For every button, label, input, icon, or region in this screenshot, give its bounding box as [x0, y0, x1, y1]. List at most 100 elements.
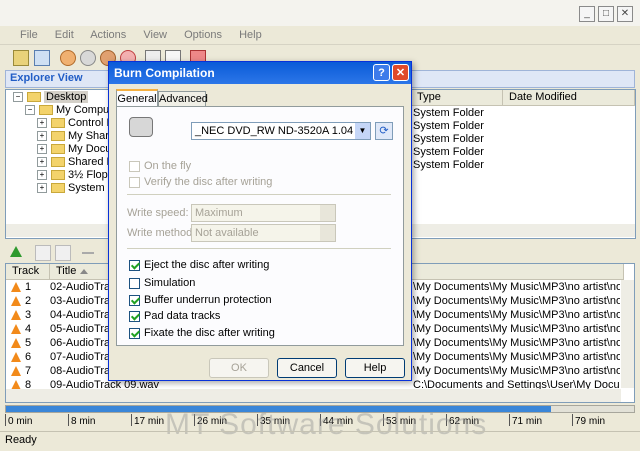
timeline-tick-label: 0 min — [8, 416, 33, 427]
remove-icon[interactable] — [82, 252, 94, 254]
audio-file-icon — [11, 352, 21, 363]
new-project-icon[interactable] — [13, 50, 29, 66]
timeline-tick — [5, 414, 6, 426]
tree-item-label: My Documents — [68, 143, 110, 155]
cancel-button[interactable]: Cancel — [277, 358, 337, 378]
burn-icon[interactable] — [60, 50, 76, 66]
track-number: 4 — [25, 323, 32, 335]
column-header-type[interactable]: Type — [411, 90, 503, 106]
simulation-checkbox[interactable]: Simulation — [129, 276, 195, 290]
collapse-icon[interactable]: − — [13, 92, 23, 103]
close-button[interactable]: ✕ — [617, 6, 633, 22]
expand-icon[interactable]: + — [37, 183, 47, 194]
menu-edit[interactable]: Edit — [55, 29, 74, 41]
minimize-button[interactable]: _ — [579, 6, 595, 22]
simulation-box — [129, 277, 140, 289]
buffer-box — [129, 294, 140, 306]
menu-options[interactable]: Options — [184, 29, 222, 41]
write-method-label: Write method: — [127, 227, 196, 239]
tree-item[interactable]: + System (C:) — [37, 182, 110, 195]
open-project-icon[interactable] — [34, 50, 50, 66]
on-the-fly-checkbox[interactable]: On the fly — [129, 159, 191, 173]
verify-box — [129, 176, 140, 188]
timeline-tick — [131, 414, 132, 426]
menu-bar: File Edit Actions View Options Help — [20, 29, 276, 43]
track-path: \My Documents\My Music\MP3\no artist\no … — [413, 309, 620, 321]
tree-item[interactable]: + My Shared Folders — [37, 130, 110, 143]
menu-view[interactable]: View — [143, 29, 167, 41]
tree-item[interactable]: − Desktop — [13, 91, 89, 104]
track-path: \My Documents\My Music\MP3\no artist\no … — [413, 337, 620, 349]
up-arrow-icon[interactable] — [10, 246, 22, 257]
ok-button[interactable]: OK — [209, 358, 269, 378]
tree-item-label: Shared Documents — [68, 156, 110, 168]
tab-general[interactable]: General — [116, 89, 158, 107]
track-number: 5 — [25, 337, 32, 349]
column-header-track[interactable]: Track — [6, 264, 50, 280]
tree-item-label: Desktop — [44, 91, 89, 103]
buffer-checkbox[interactable]: Buffer underrun protection — [129, 293, 272, 307]
expand-icon[interactable]: + — [37, 118, 47, 129]
explorer-view-title: Explorer View — [10, 72, 83, 84]
track-path: \My Documents\My Music\MP3\no artist\no … — [413, 323, 620, 335]
expand-icon[interactable]: + — [37, 131, 47, 142]
tab-advanced[interactable]: Advanced — [158, 91, 208, 106]
collapse-icon[interactable]: − — [25, 105, 35, 116]
write-speed-label: Write speed: — [127, 207, 189, 219]
tab-advanced-label: Advanced — [159, 93, 208, 105]
tree-item-label: System (C:) — [68, 182, 110, 194]
eject-label: Eject the disc after writing — [144, 259, 270, 271]
tree-scrollbar[interactable] — [6, 224, 111, 237]
menu-help[interactable]: Help — [239, 29, 262, 41]
expand-icon[interactable]: + — [37, 144, 47, 155]
dialog-title: Burn Compilation — [114, 66, 215, 80]
buffer-label: Buffer underrun protection — [144, 294, 272, 306]
tree-items: −Desktop−My Computer+Control Panel+My Sh… — [5, 91, 110, 226]
audio-file-icon — [11, 324, 21, 335]
maximize-button[interactable]: □ — [598, 6, 614, 22]
status-bar — [0, 431, 640, 451]
tree-item-label: My Computer — [56, 104, 110, 116]
pad-checkbox[interactable]: Pad data tracks — [129, 309, 220, 323]
track-list-scrollbar-v[interactable] — [621, 280, 634, 388]
drive-icon — [129, 117, 153, 137]
write-speed-select[interactable]: Maximum — [191, 204, 336, 222]
expand-icon[interactable]: + — [37, 157, 47, 168]
tree-item[interactable]: + Shared Documents — [37, 156, 110, 169]
fixate-box — [129, 327, 140, 339]
tree-item[interactable]: + Control Panel — [37, 117, 110, 130]
properties-icon[interactable] — [55, 245, 71, 261]
dialog-help-button[interactable]: ? — [373, 64, 390, 81]
drive-select[interactable]: _NEC DVD_RW ND-3520A 1.04 ▼ — [191, 122, 371, 140]
folder-icon — [39, 105, 53, 116]
eject-checkbox[interactable]: Eject the disc after writing — [129, 258, 269, 272]
disc-icon[interactable] — [80, 50, 96, 66]
fixate-checkbox[interactable]: Fixate the disc after writing — [129, 326, 275, 340]
column-header-path[interactable] — [410, 264, 624, 280]
track-list-scrollbar-h[interactable] — [6, 389, 621, 402]
folder-icon — [51, 183, 65, 194]
write-method-select[interactable]: Not available — [191, 224, 336, 242]
dialog-close-button[interactable]: ✕ — [392, 64, 409, 81]
file-list-scrollbar[interactable] — [411, 224, 635, 237]
refresh-icon[interactable]: ⟳ — [375, 122, 393, 140]
tree-item[interactable]: + My Documents — [37, 143, 110, 156]
menu-actions[interactable]: Actions — [90, 29, 126, 41]
help-button[interactable]: Help — [345, 358, 405, 378]
new-folder-icon[interactable] — [35, 245, 51, 261]
chevron-down-icon — [320, 205, 335, 221]
folder-icon — [51, 144, 65, 155]
tree-item[interactable]: − My Computer — [25, 104, 110, 117]
verify-checkbox[interactable]: Verify the disc after writing — [129, 175, 272, 189]
timeline-tick-label: 71 min — [512, 416, 543, 427]
tree-item-label: Control Panel — [68, 117, 110, 129]
file-type-cell: System Folder — [413, 120, 484, 132]
tree-item[interactable]: +3½ Floppy (A:) — [37, 169, 110, 182]
column-header-date[interactable]: Date Modified — [503, 90, 635, 106]
menu-file[interactable]: File — [20, 29, 38, 41]
divider — [127, 248, 391, 249]
divider — [127, 194, 391, 195]
expand-icon[interactable]: + — [37, 170, 47, 181]
chevron-down-icon — [320, 225, 335, 241]
timeline-tick — [572, 414, 573, 426]
